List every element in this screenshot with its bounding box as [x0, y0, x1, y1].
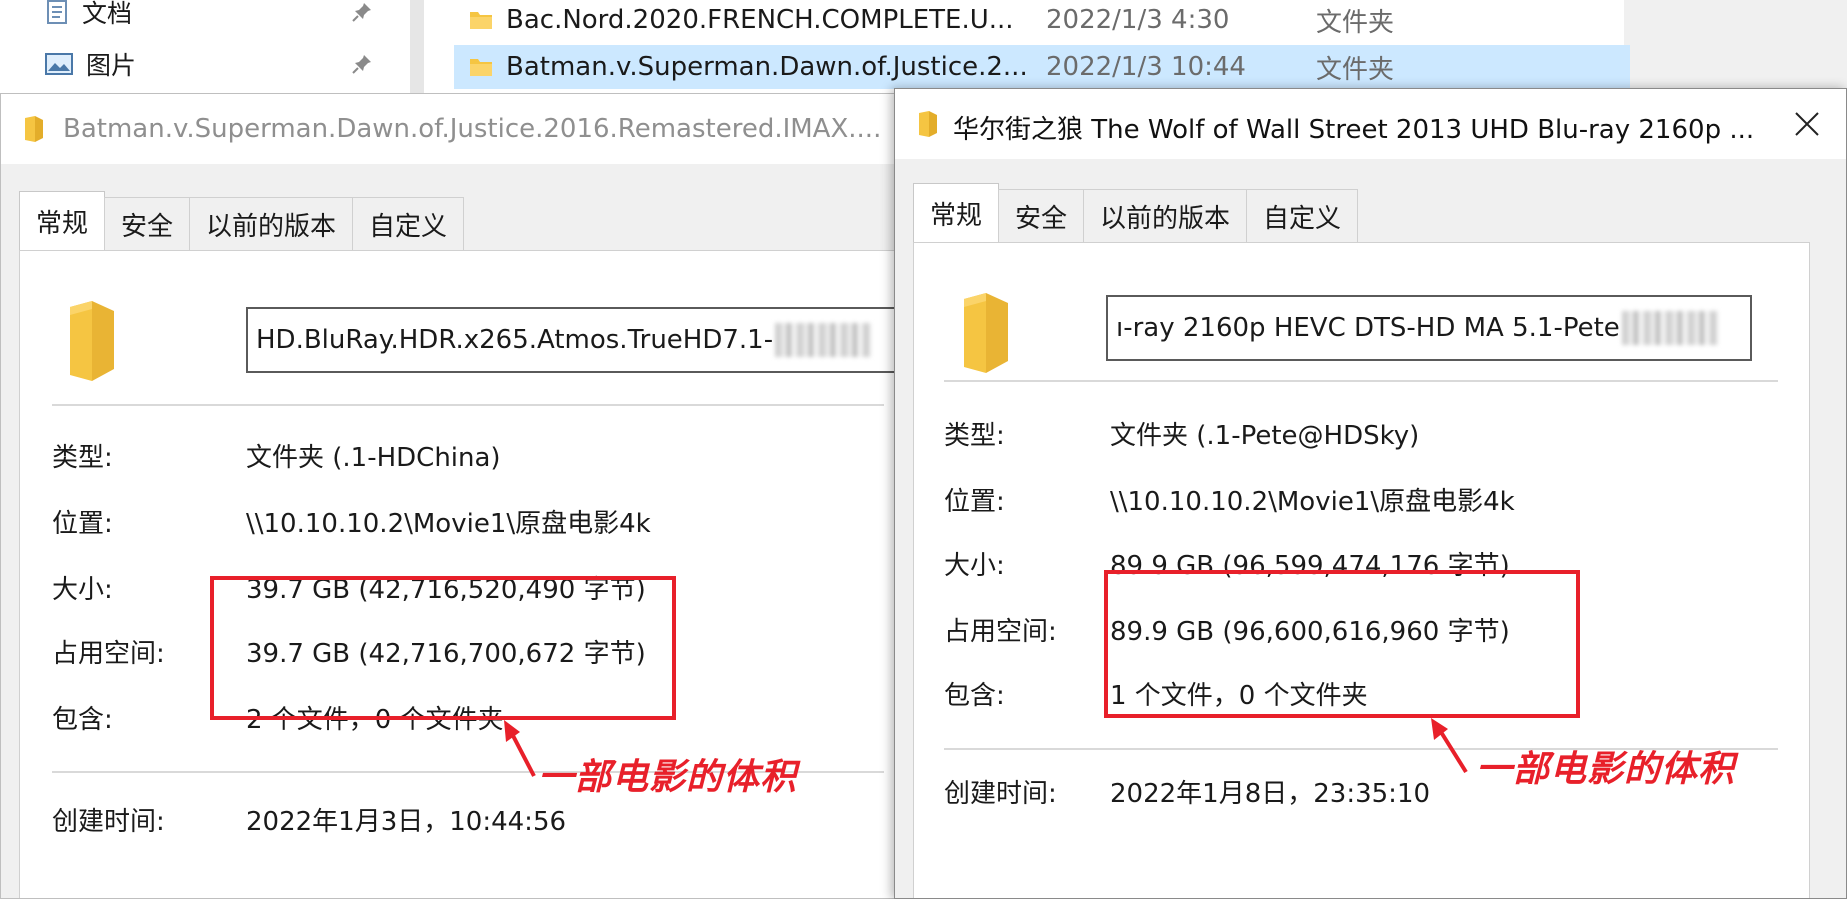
- file-date: 2022/1/3 4:30: [1046, 5, 1230, 35]
- nav-item-label: 文档: [82, 0, 133, 28]
- folder-icon: [470, 59, 492, 76]
- folder-icon: [25, 116, 43, 142]
- tab-strip: 常规 安全 以前的版本 自定义: [913, 183, 1359, 243]
- general-tab-panel: HD.BluRay.HDR.x265.Atmos.TrueHD7.1- 类型: …: [19, 250, 912, 898]
- file-name: Bac.Nord.2020.FRENCH.COMPLETE.U...: [506, 5, 1014, 35]
- folder-icon: [919, 111, 937, 137]
- size-highlight-box-left: [210, 576, 676, 720]
- folder-large-icon: [70, 301, 114, 381]
- prop-label-type: 类型:: [52, 443, 113, 473]
- pictures-icon: [45, 53, 73, 75]
- prop-value-location: \\10.10.10.2\Movie1\原盘电影4k: [246, 509, 651, 539]
- divider: [52, 404, 884, 406]
- prop-value-created: 2022年1月8日，23:35:10: [1110, 779, 1431, 809]
- file-row[interactable]: Bac.Nord.2020.FRENCH.COMPLETE.U... 2022/…: [454, 0, 1630, 42]
- pin-icon[interactable]: [350, 0, 374, 24]
- tab-customize[interactable]: 自定义: [1246, 189, 1359, 243]
- folder-icon: [470, 12, 492, 29]
- blurred-text: [1621, 311, 1718, 345]
- folder-name-input[interactable]: ı-ray 2160p HEVC DTS-HD MA 5.1-Pete: [1106, 295, 1752, 361]
- divider: [944, 380, 1778, 382]
- prop-value-created: 2022年1月3日，10:44:56: [246, 807, 567, 837]
- prop-label-size: 大小:: [944, 551, 1005, 581]
- pin-icon[interactable]: [350, 52, 374, 76]
- folder-name-value: HD.BluRay.HDR.x265.Atmos.TrueHD7.1-: [256, 325, 774, 355]
- prop-label-contains: 包含:: [944, 681, 1005, 711]
- nav-item-label: 图片: [86, 51, 137, 80]
- prop-label-size-on-disk: 占用空间:: [52, 639, 165, 669]
- folder-large-icon: [964, 293, 1008, 373]
- prop-label-created: 创建时间:: [52, 807, 165, 837]
- annotation-label-right: 一部电影的体积: [1476, 749, 1736, 790]
- dialog-title: 华尔街之狼 The Wolf of Wall Street 2013 UHD B…: [953, 115, 1755, 145]
- size-highlight-box-right: [1104, 570, 1580, 718]
- prop-label-location: 位置:: [944, 487, 1005, 517]
- blurred-text: [775, 323, 872, 357]
- prop-label-contains: 包含:: [52, 705, 113, 735]
- documents-icon: [47, 0, 67, 24]
- annotation-label-left: 一部电影的体积: [538, 757, 798, 798]
- prop-value-type: 文件夹 (.1-HDChina): [246, 443, 501, 473]
- prop-label-location: 位置:: [52, 509, 113, 539]
- file-date: 2022/1/3 10:44: [1046, 52, 1246, 82]
- file-name: Batman.v.Superman.Dawn.of.Justice.2...: [506, 52, 1028, 82]
- tab-security[interactable]: 安全: [104, 197, 191, 251]
- prop-value-type: 文件夹 (.1-Pete@HDSky): [1110, 421, 1420, 451]
- file-type: 文件夹: [1316, 7, 1395, 38]
- arrow-icon: [1431, 718, 1468, 774]
- tab-previous-versions[interactable]: 以前的版本: [1083, 189, 1248, 243]
- file-row-selected[interactable]: Batman.v.Superman.Dawn.of.Justice.2... 2…: [454, 45, 1630, 89]
- tab-previous-versions[interactable]: 以前的版本: [189, 197, 354, 251]
- folder-name-input[interactable]: HD.BluRay.HDR.x265.Atmos.TrueHD7.1-: [246, 307, 912, 373]
- close-icon: [1795, 112, 1819, 136]
- tab-general[interactable]: 常规: [913, 183, 1000, 243]
- close-button[interactable]: [1786, 103, 1828, 145]
- folder-name-value: ı-ray 2160p HEVC DTS-HD MA 5.1-Pete: [1116, 313, 1620, 343]
- tab-general[interactable]: 常规: [19, 191, 106, 251]
- dialog-titlebar[interactable]: 华尔街之狼 The Wolf of Wall Street 2013 UHD B…: [895, 89, 1846, 159]
- prop-value-location: \\10.10.10.2\Movie1\原盘电影4k: [1110, 487, 1515, 517]
- nav-item-pictures[interactable]: 图片: [44, 44, 374, 84]
- prop-label-size-on-disk: 占用空间:: [944, 617, 1057, 647]
- prop-label-size: 大小:: [52, 575, 113, 605]
- nav-item-documents[interactable]: 文档: [44, 0, 374, 32]
- tab-security[interactable]: 安全: [998, 189, 1085, 243]
- tab-customize[interactable]: 自定义: [352, 197, 465, 251]
- dialog-titlebar[interactable]: Batman.v.Superman.Dawn.of.Justice.2016.R…: [1, 94, 899, 164]
- file-type: 文件夹: [1316, 54, 1395, 85]
- dialog-title: Batman.v.Superman.Dawn.of.Justice.2016.R…: [63, 114, 882, 144]
- tab-strip: 常规 安全 以前的版本 自定义: [19, 191, 465, 251]
- prop-label-type: 类型:: [944, 421, 1005, 451]
- prop-label-created: 创建时间:: [944, 779, 1057, 809]
- arrow-icon: [504, 720, 536, 777]
